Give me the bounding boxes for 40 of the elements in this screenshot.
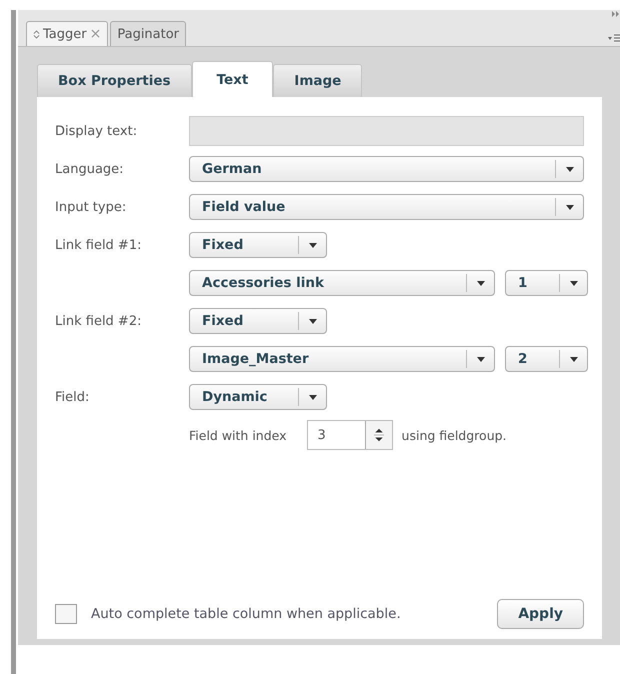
dropdown[interactable]: Image_Master: [189, 346, 495, 372]
caret-icon: [309, 242, 317, 248]
dropdown[interactable]: Fixed: [189, 232, 327, 258]
caret-icon: [570, 280, 578, 286]
panel-tab[interactable]: Tagger ×: [26, 21, 108, 46]
caret-icon: [570, 356, 578, 362]
field-label: Input type:: [55, 200, 126, 214]
spinner-arrows-icon[interactable]: [374, 426, 384, 444]
panel-tab[interactable]: Paginator: [110, 21, 186, 46]
field-label: Link field #1:: [55, 238, 142, 252]
dropdown[interactable]: 1: [505, 270, 588, 296]
field-label: Field:: [55, 390, 90, 404]
dropdown[interactable]: 2: [505, 346, 588, 372]
field-label: Display text:: [55, 124, 138, 138]
tab[interactable]: Text: [192, 61, 274, 97]
tab[interactable]: Image: [273, 64, 362, 97]
caret-icon: [566, 166, 574, 172]
field-label: Link field #2:: [55, 314, 142, 328]
text-field[interactable]: [189, 116, 584, 146]
up-down-icon: [33, 30, 40, 38]
field-label: Language:: [55, 162, 124, 176]
tab[interactable]: Box Properties: [37, 64, 192, 97]
index-label: Field with index: [189, 428, 287, 442]
caret-icon: [477, 356, 485, 362]
dropdown[interactable]: Field value: [189, 194, 584, 220]
menu-icon[interactable]: [608, 34, 620, 42]
dropdown[interactable]: Fixed: [189, 308, 327, 334]
caret-icon: [477, 280, 485, 286]
fieldgroup-label: using fieldgroup.: [402, 428, 507, 442]
dropdown[interactable]: Dynamic: [189, 384, 327, 410]
dropdown[interactable]: German: [189, 156, 584, 182]
index-spinner[interactable]: 3: [306, 420, 393, 450]
apply-button[interactable]: Apply: [497, 599, 584, 629]
caret-icon: [566, 204, 574, 210]
dropdown[interactable]: Accessories link: [189, 270, 495, 296]
caret-icon: [309, 318, 317, 324]
checkbox[interactable]: [55, 604, 77, 624]
double-arrow-icon[interactable]: [612, 10, 620, 18]
caret-icon: [309, 394, 317, 400]
checkbox-label: Auto complete table column when applicable.: [91, 606, 401, 622]
